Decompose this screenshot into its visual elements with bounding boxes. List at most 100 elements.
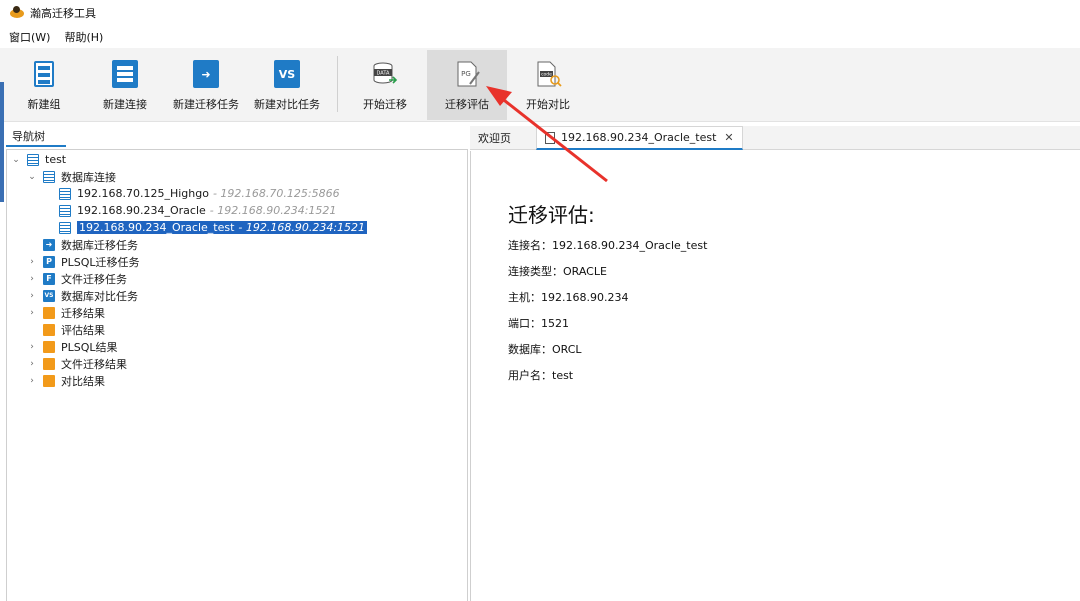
plsql-icon: P — [43, 255, 55, 268]
info-database: 数据库：ORCL — [508, 343, 582, 356]
window-title: 瀚高迁移工具 — [30, 7, 96, 20]
tree-item-label: 数据库迁移任务 — [61, 238, 138, 252]
new-migration-task-button[interactable]: ➜ 新建迁移任务 — [166, 50, 246, 120]
migration-assessment-button[interactable]: PG 迁移评估 — [427, 50, 507, 120]
result-folder-icon — [43, 340, 55, 353]
tree-item-label: 迁移结果 — [61, 306, 105, 320]
result-folder-icon — [43, 374, 55, 387]
connection-name: 192.168.70.125_Highgo — [77, 187, 209, 200]
database-icon — [59, 204, 71, 217]
new-compare-task-label: 新建对比任务 — [254, 98, 320, 111]
info-connection-name: 连接名：192.168.90.234_Oracle_test — [508, 239, 708, 252]
tab-label: 欢迎页 — [478, 132, 511, 145]
chevron-down-icon[interactable]: ⌄ — [11, 155, 21, 165]
start-compare-label: 开始对比 — [526, 98, 570, 111]
tree-compare-results[interactable]: › 对比结果 — [27, 372, 105, 389]
db-connections-label: 数据库连接 — [61, 170, 116, 184]
data-migration-icon: DATA — [371, 60, 399, 88]
tree-root-test[interactable]: ⌄ test — [11, 151, 66, 168]
chevron-right-icon[interactable]: › — [27, 257, 37, 267]
tree-db-connections[interactable]: ⌄ 数据库连接 — [27, 168, 116, 185]
connection-name: 192.168.90.234_Oracle — [77, 204, 206, 217]
connection-host: - 192.168.90.234:1521 — [209, 204, 337, 217]
start-compare-button[interactable]: code 开始对比 — [508, 50, 588, 120]
new-connection-label: 新建连接 — [103, 98, 147, 111]
tree-file-tasks[interactable]: › F 文件迁移任务 — [27, 270, 127, 287]
toolbar-separator — [337, 56, 338, 112]
pg-assessment-icon: PG — [453, 60, 481, 88]
selected-connection[interactable]: 192.168.90.234_Oracle_test - 192.168.90.2… — [77, 221, 368, 234]
new-compare-task-button[interactable]: VS 新建对比任务 — [247, 50, 327, 120]
tree-item-label: 文件迁移结果 — [61, 357, 127, 371]
tree-item-label: 对比结果 — [61, 374, 105, 388]
new-group-button[interactable]: 新建组 — [4, 50, 84, 120]
tree-plsql-tasks[interactable]: › P PLSQL迁移任务 — [27, 253, 140, 270]
tree-plsql-results[interactable]: › PLSQL结果 — [27, 338, 118, 355]
result-folder-icon — [43, 323, 55, 336]
database-folder-icon — [43, 170, 55, 183]
migration-assessment-label: 迁移评估 — [445, 98, 489, 111]
left-edge-strip — [0, 82, 4, 202]
info-host: 主机：192.168.90.234 — [508, 291, 629, 304]
migration-arrow-icon: ➜ — [43, 238, 55, 251]
start-migration-button[interactable]: DATA 开始迁移 — [345, 50, 425, 120]
server-group-icon — [30, 60, 58, 88]
tree-migration-results[interactable]: › 迁移结果 — [27, 304, 105, 321]
tree-item-label: 评估结果 — [61, 323, 105, 337]
tree-connection-oracle-test[interactable]: 192.168.90.234_Oracle_test - 192.168.90.2… — [59, 219, 368, 236]
result-folder-icon — [43, 357, 55, 370]
toolbar: 新建组 新建连接 ➜ 新建迁移任务 VS 新建对比任务 DATA 开始迁移 PG… — [0, 48, 1080, 122]
migration-arrow-icon: ➜ — [192, 60, 220, 88]
assessment-panel: 迁移评估: 连接名：192.168.90.234_Oracle_test 连接类… — [470, 151, 1080, 601]
menu-bar: 窗口(W) 帮助(H) — [0, 26, 1080, 48]
chevron-right-icon[interactable]: › — [27, 274, 37, 284]
tab-connection-oracle-test[interactable]: 192.168.90.234_Oracle_test ✕ — [536, 126, 743, 150]
tree-assessment-results[interactable]: 评估结果 — [43, 321, 105, 338]
connection-name: 192.168.90.234_Oracle_test — [79, 221, 235, 234]
close-icon[interactable]: ✕ — [724, 131, 733, 144]
info-username: 用户名：test — [508, 369, 574, 382]
document-icon — [545, 131, 555, 144]
info-connection-type: 连接类型：ORACLE — [508, 265, 607, 278]
chevron-right-icon[interactable]: › — [27, 359, 37, 369]
page-title: 迁移评估: — [508, 203, 595, 227]
file-icon: F — [43, 272, 55, 285]
chevron-right-icon[interactable]: › — [27, 376, 37, 386]
database-icon — [59, 221, 71, 234]
tab-label: 192.168.90.234_Oracle_test — [561, 131, 717, 144]
connection-host: - 192.168.70.125:5866 — [212, 187, 340, 200]
result-folder-icon — [43, 306, 55, 319]
tree-connection-oracle[interactable]: 192.168.90.234_Oracle - 192.168.90.234:1… — [59, 202, 336, 219]
info-port: 端口：1521 — [508, 317, 569, 330]
chevron-right-icon[interactable]: › — [27, 291, 37, 301]
tab-navigation-tree[interactable]: 导航树 — [6, 127, 66, 147]
svg-text:PG: PG — [461, 70, 471, 78]
tree-item-label: 文件迁移任务 — [61, 272, 127, 286]
chevron-down-icon[interactable]: ⌄ — [27, 172, 37, 182]
new-group-label: 新建组 — [27, 98, 61, 111]
tree-root-label: test — [45, 153, 67, 166]
vs-compare-icon: VS — [273, 60, 301, 88]
tree-item-label: PLSQL结果 — [61, 340, 118, 354]
tree-file-migration-results[interactable]: › 文件迁移结果 — [27, 355, 127, 372]
chevron-right-icon[interactable]: › — [27, 342, 37, 352]
vs-compare-icon: VS — [43, 289, 55, 302]
svg-text:code: code — [541, 72, 552, 78]
tree-db-migration-tasks[interactable]: ➜ 数据库迁移任务 — [43, 236, 138, 253]
menu-help[interactable]: 帮助(H) — [64, 29, 103, 45]
tree-item-label: 数据库对比任务 — [61, 289, 138, 303]
menu-window[interactable]: 窗口(W) — [9, 29, 50, 45]
tree-connection-highgo[interactable]: 192.168.70.125_Highgo - 192.168.70.125:5… — [59, 185, 340, 202]
chevron-right-icon[interactable]: › — [27, 308, 37, 318]
tree-compare-tasks[interactable]: › VS 数据库对比任务 — [27, 287, 138, 304]
editor-tab-bar: 欢迎页 192.168.90.234_Oracle_test ✕ — [470, 126, 1080, 150]
new-connection-button[interactable]: 新建连接 — [85, 50, 165, 120]
group-icon — [27, 153, 39, 166]
new-migration-task-label: 新建迁移任务 — [173, 98, 239, 111]
title-bar: 瀚高迁移工具 — [0, 0, 1080, 26]
connection-host: - 192.168.90.234:1521 — [238, 221, 366, 234]
navigation-tree-panel: ⌄ test ⌄ 数据库连接 192.168.70.125_Highgo - 1… — [6, 149, 468, 601]
start-migration-label: 开始迁移 — [363, 98, 407, 111]
database-connection-icon — [111, 60, 139, 88]
tab-welcome[interactable]: 欢迎页 — [470, 126, 519, 150]
